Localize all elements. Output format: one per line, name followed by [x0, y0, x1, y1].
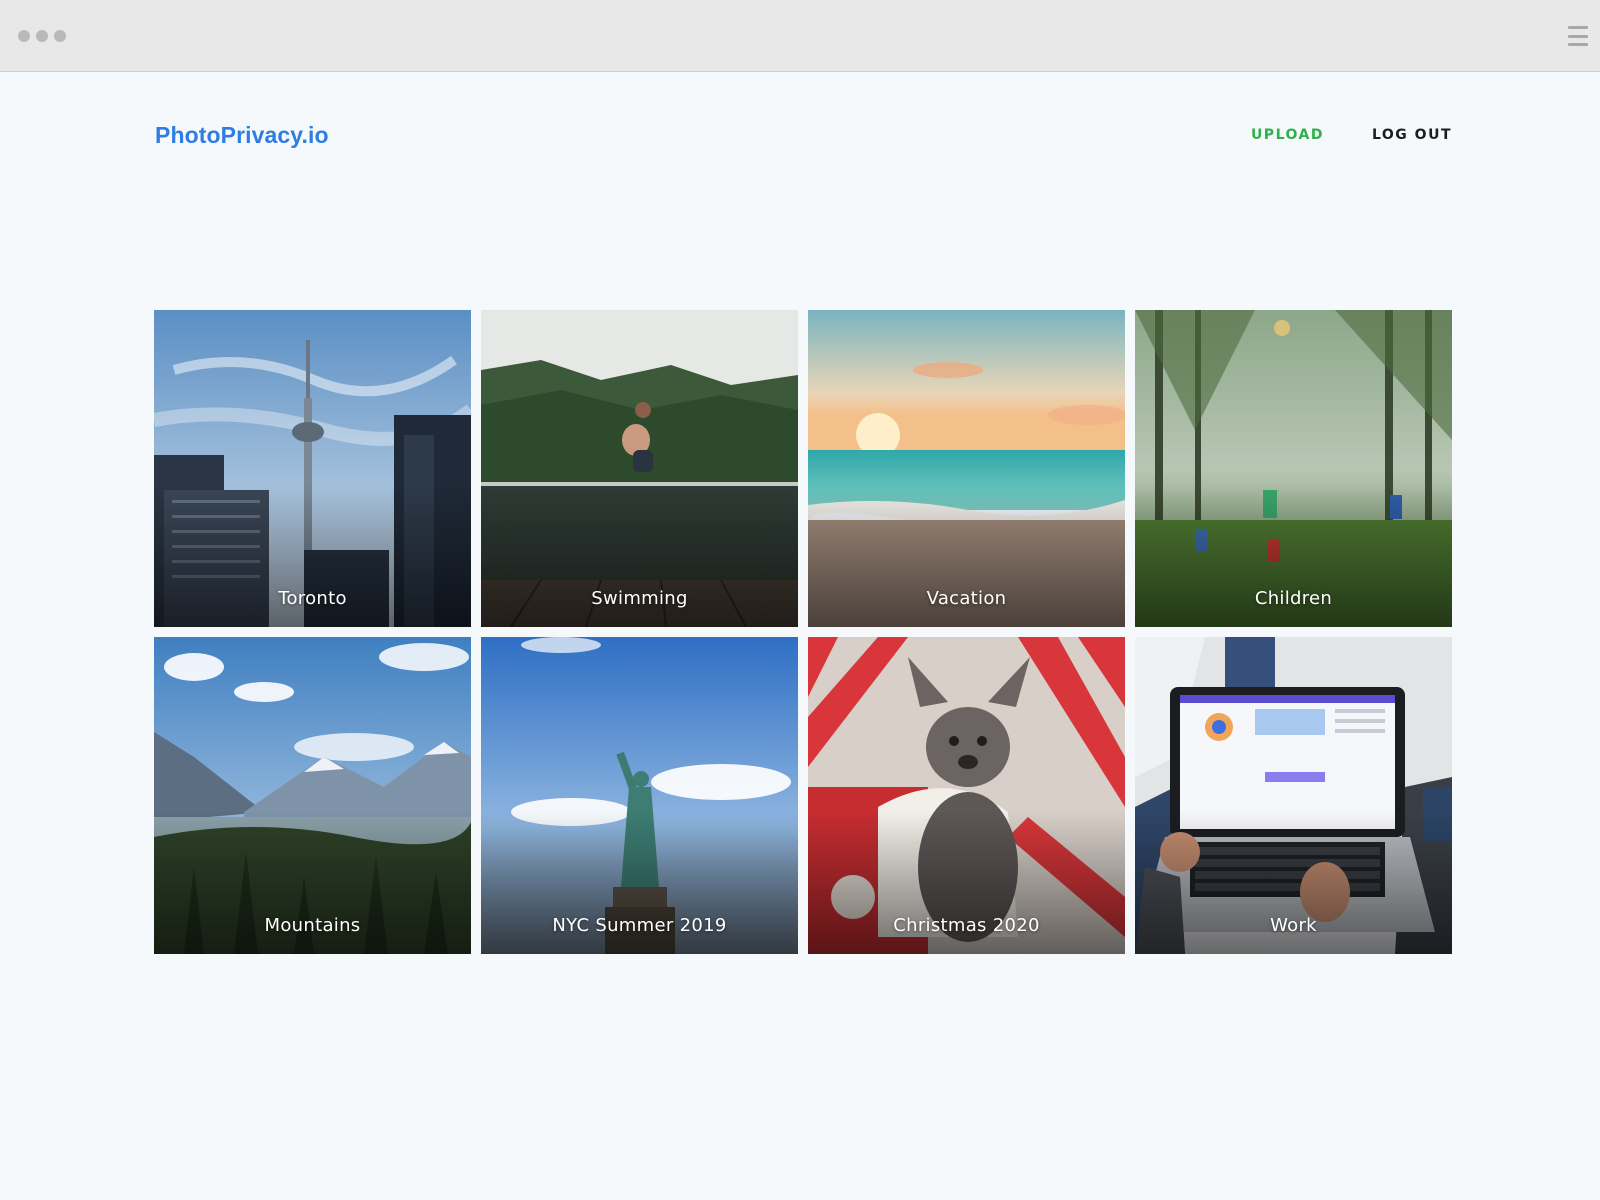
- window-minimize-dot[interactable]: [36, 30, 48, 42]
- album-title: Toronto: [278, 588, 347, 609]
- album-card-work[interactable]: Work: [1135, 637, 1452, 954]
- album-title: Children: [1254, 588, 1333, 609]
- album-title: Mountains: [264, 915, 361, 936]
- site-header: PhotoPrivacy.io UPLOAD LOG OUT: [155, 108, 1452, 162]
- album-card-mountains[interactable]: Mountains: [154, 637, 471, 954]
- upload-link[interactable]: UPLOAD: [1251, 127, 1324, 143]
- album-title: Christmas 2020: [893, 915, 1040, 936]
- brand-logo[interactable]: PhotoPrivacy.io: [155, 122, 329, 149]
- album-card-christmas-2020[interactable]: Christmas 2020: [808, 637, 1125, 954]
- browser-chrome: [0, 0, 1600, 72]
- album-card-toronto[interactable]: Toronto: [154, 310, 471, 627]
- main-nav: UPLOAD LOG OUT: [1251, 127, 1452, 143]
- album-title: NYC Summer 2019: [552, 915, 727, 936]
- window-maximize-dot[interactable]: [54, 30, 66, 42]
- window-controls: [18, 30, 66, 42]
- album-card-vacation[interactable]: Vacation: [808, 310, 1125, 627]
- logout-link[interactable]: LOG OUT: [1372, 127, 1452, 143]
- album-title: Swimming: [591, 588, 688, 609]
- album-card-children[interactable]: Children: [1135, 310, 1452, 627]
- album-card-nyc-summer-2019[interactable]: NYC Summer 2019: [481, 637, 798, 954]
- album-title: Work: [1270, 915, 1317, 936]
- album-title: Vacation: [926, 588, 1007, 609]
- hamburger-menu-icon[interactable]: [1568, 26, 1588, 46]
- album-card-swimming[interactable]: Swimming: [481, 310, 798, 627]
- window-close-dot[interactable]: [18, 30, 30, 42]
- album-grid: Toronto Swimming Vacation Children Mount…: [154, 310, 1452, 954]
